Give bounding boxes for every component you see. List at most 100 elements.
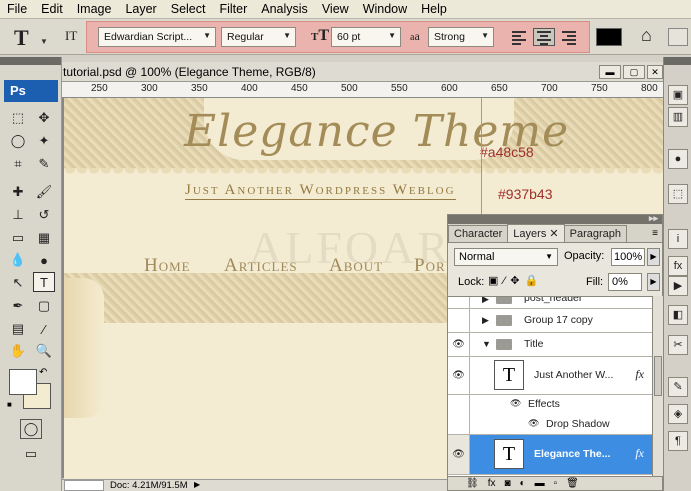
collapse-arrow-icon[interactable]: ▼ [482,339,491,349]
close-tab-icon[interactable]: ✕ [549,228,558,240]
navigator-icon[interactable]: ▣ [668,85,688,105]
menu-image[interactable]: Image [70,2,119,16]
paragraph-icon[interactable]: ¶ [668,431,688,451]
slice-tool-icon[interactable]: ✎ [33,154,55,174]
chevron-down-icon[interactable]: ▼ [40,37,48,46]
tab-character[interactable]: Character [448,225,509,242]
add-mask-icon[interactable]: ◙ [504,478,510,489]
layer-row[interactable]: ▶ Group 17 copy [448,309,652,333]
close-icon[interactable]: ✕ [647,65,663,79]
text-orientation-icon[interactable]: IT [65,28,77,44]
crop-tool-icon[interactable]: ⌗ [7,154,29,174]
zoom-field[interactable] [64,480,104,491]
align-left-button[interactable] [508,28,530,46]
fill-slider-button[interactable]: ▶ [647,273,660,291]
visibility-toggle[interactable] [448,309,470,332]
tab-layers[interactable]: Layers ✕ [507,224,565,242]
menu-select[interactable]: Select [164,2,213,16]
scrollbar-thumb[interactable] [654,356,662,396]
layers-icon[interactable]: ◈ [668,404,688,424]
screen-mode-icon[interactable]: ▭ [20,444,42,464]
blur-tool-icon[interactable]: 💧 [7,250,29,270]
move-tool-icon[interactable]: ✥ [33,108,55,128]
hand-tool-icon[interactable]: ✋ [7,341,29,361]
minimize-icon[interactable]: ▬ [599,65,621,79]
menu-help[interactable]: Help [414,2,454,16]
lock-icons[interactable]: ▣⁄✥🔒 [488,274,543,287]
link-layers-icon[interactable]: ⛓ [466,478,479,489]
visibility-toggle[interactable] [448,297,470,308]
zoom-tool-icon[interactable]: 🔍 [33,341,55,361]
gradient-tool-icon[interactable]: ▦ [33,228,55,248]
eyedropper-tool-icon[interactable]: ⁄ [33,319,55,339]
opacity-slider-button[interactable]: ▶ [647,248,660,266]
warp-text-icon[interactable]: ⌂ [641,25,652,46]
add-style-icon[interactable]: fx [488,478,496,489]
notes-tool-icon[interactable]: ▤ [7,319,29,339]
fx-icon[interactable]: fx [635,367,644,382]
eraser-tool-icon[interactable]: ▭ [7,228,29,248]
eye-icon[interactable]: 👁 [448,357,470,394]
text-color-swatch[interactable] [596,28,622,46]
marquee-tool-icon[interactable]: ⬚ [7,108,29,128]
toggle-panels-icon[interactable] [668,28,688,46]
shape-tool-icon[interactable]: ▢ [33,296,55,316]
actions-icon[interactable]: ▶ [668,276,688,296]
blend-mode-select[interactable]: Normal ▼ [454,248,558,266]
maximize-icon[interactable]: ▢ [623,65,645,79]
eye-icon[interactable]: 👁 [448,333,470,356]
effects-row[interactable]: 👁 Effects [448,395,652,415]
menu-layer[interactable]: Layer [118,2,163,16]
new-layer-icon[interactable]: ▫ [554,478,558,489]
healing-brush-tool-icon[interactable]: ✚ [7,182,29,202]
font-family-select[interactable]: Edwardian Script... ▼ [98,27,216,47]
font-size-select[interactable]: 60 pt ▼ [331,27,401,47]
menu-window[interactable]: Window [356,2,414,16]
panel-grip[interactable]: ▸▸ [448,213,662,224]
panel-grip[interactable] [0,57,61,65]
magic-wand-tool-icon[interactable]: ✦ [33,131,55,151]
panel-grip[interactable] [664,57,691,65]
horizontal-ruler[interactable]: 250 300 350 400 450 500 550 600 650 700 … [62,82,663,98]
menu-analysis[interactable]: Analysis [254,2,315,16]
eye-icon[interactable]: 👁 [448,435,470,474]
brushes-icon[interactable]: ✎ [668,377,688,397]
lasso-tool-icon[interactable]: ◯ [7,131,29,151]
new-group-icon[interactable]: ▬ [535,478,545,489]
collapse-icon[interactable]: ▸▸ [649,213,658,224]
menu-file[interactable]: File [0,2,34,16]
dodge-tool-icon[interactable]: ● [33,250,55,270]
eye-icon[interactable]: 👁 [528,418,539,429]
foreground-color-swatch[interactable] [9,369,37,395]
visibility-toggle[interactable] [448,415,470,434]
fill-input[interactable]: 0% [608,273,642,291]
visibility-toggle[interactable] [448,395,470,415]
pen-tool-icon[interactable]: ✒ [7,296,29,316]
layer-row[interactable]: 👁 T Just Another W... fx [448,357,652,395]
menu-edit[interactable]: Edit [34,2,70,16]
masks-icon[interactable]: ◧ [668,305,688,325]
brush-tool-icon[interactable]: 🖌 [33,182,55,202]
font-style-select[interactable]: Regular ▼ [221,27,296,47]
align-right-button[interactable] [558,28,580,46]
info-icon[interactable]: i [668,229,688,249]
history-brush-tool-icon[interactable]: ↺ [33,205,55,225]
tab-paragraph[interactable]: Paragraph [563,225,627,242]
opacity-input[interactable]: 100% [611,248,645,266]
path-selection-tool-icon[interactable]: ↖ [7,273,29,293]
layer-row[interactable]: 👁 ▼ Title [448,333,652,357]
type-tool-preset-icon[interactable]: T [14,25,29,51]
delete-layer-icon[interactable]: 🗑 [566,478,579,489]
eye-icon[interactable]: 👁 [510,398,521,409]
menu-view[interactable]: View [315,2,356,16]
fx-icon[interactable]: fx [635,446,644,461]
layers-scrollbar[interactable] [652,296,663,476]
quick-mask-icon[interactable]: ◯ [20,419,42,439]
document-title-bar[interactable]: tutorial.psd @ 100% (Elegance Theme, RGB… [62,62,663,82]
layer-row[interactable]: ▶ post_header [448,297,652,309]
color-icon[interactable]: ● [668,149,688,169]
swap-colors-icon[interactable]: ↶ [39,367,47,378]
histogram-icon[interactable]: ▥ [668,107,688,127]
tools-preset-icon[interactable]: ✂ [668,335,688,355]
antialias-select[interactable]: Strong ▼ [428,27,494,47]
